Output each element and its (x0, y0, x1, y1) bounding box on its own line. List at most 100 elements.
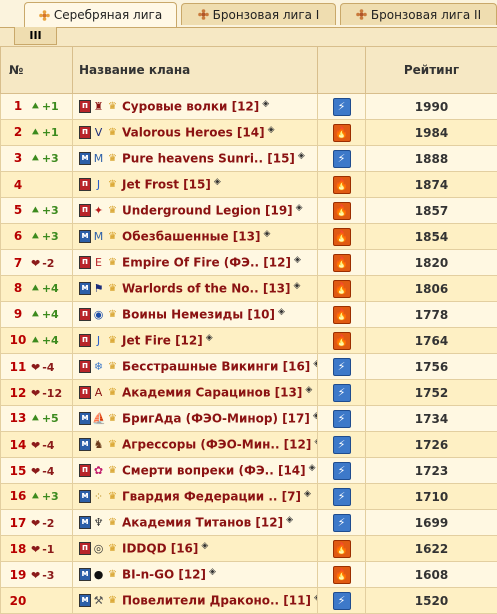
clan-name-link[interactable]: Jet Frost [15] (122, 178, 211, 192)
crown-icon: ♛ (106, 594, 119, 607)
table-row[interactable]: 9⯅+4п◉♛Воины Немезиды [10]◈🔥1778 (1, 302, 497, 328)
rating-value: 1752 (366, 380, 497, 406)
clan-name-link[interactable]: Бесстрашные Викинги [16] (122, 360, 310, 374)
info-icon[interactable]: ◈ (305, 385, 312, 395)
tab-silver-league[interactable]: Серебряная лига (24, 2, 177, 27)
clan-name-link[interactable]: Empire Of Fire (ФЭ.. [12] (122, 256, 291, 270)
rank-change: -4 (42, 361, 54, 374)
clan-name-link[interactable]: Агрессоры (ФЭО-Мин.. [12] (122, 438, 311, 452)
info-icon[interactable]: ◈ (314, 593, 318, 603)
info-icon[interactable]: ◈ (298, 151, 305, 161)
rank-up-icon: ⯅ (31, 308, 40, 322)
info-icon[interactable]: ◈ (206, 333, 213, 343)
rating-value: 1778 (366, 302, 497, 328)
info-icon[interactable]: ◈ (278, 307, 285, 317)
clan-emblem-icon: E (92, 256, 105, 269)
info-icon[interactable]: ◈ (313, 359, 317, 369)
info-icon[interactable]: ◈ (309, 463, 316, 473)
rank-change: -1 (42, 543, 54, 556)
rank-change: -12 (42, 387, 62, 400)
clan-emblem-icon: ❄ (92, 360, 105, 373)
clan-name-link[interactable]: Underground Legion [19] (122, 204, 293, 218)
league-flower-icon (198, 9, 209, 20)
clan-name-link[interactable]: Jet Fire [12] (122, 334, 203, 348)
clan-name-link[interactable]: BI-n-GO [12] (122, 568, 206, 582)
fire-icon: 🔥 (333, 202, 351, 220)
table-row[interactable]: 1⯅+1п♜♛Суровые волки [12]◈⚡1990 (1, 94, 497, 120)
clan-cell: пJ♛Jet Frost [15]◈ (73, 172, 318, 198)
table-row[interactable]: 7❤-2пE♛Empire Of Fire (ФЭ.. [12]◈🔥1820 (1, 250, 497, 276)
lightning-icon: ⚡ (333, 462, 351, 480)
info-icon[interactable]: ◈ (313, 411, 318, 421)
clan-name-link[interactable]: Warlords of the No.. [13] (122, 282, 291, 296)
table-row[interactable]: 12❤-12пA♛Академия Сарацинов [13]◈⚡1752 (1, 380, 497, 406)
info-icon[interactable]: ◈ (263, 229, 270, 239)
clan-name-link[interactable]: IDDQD [16] (122, 542, 198, 556)
clan-name-link[interactable]: Valorous Heroes [14] (122, 126, 265, 140)
clan-cell: пE♛Empire Of Fire (ФЭ.. [12]◈ (73, 250, 318, 276)
clan-name-link[interactable]: Смерти вопреки (ФЭ.. [14] (122, 464, 306, 478)
info-icon[interactable]: ◈ (209, 567, 216, 577)
info-icon[interactable]: ◈ (294, 255, 301, 265)
table-row[interactable]: 15❤-4п✿♛Смерти вопреки (ФЭ.. [14]◈⚡1723 (1, 458, 497, 484)
table-row[interactable]: 19❤-3м●♛BI-n-GO [12]◈🔥1608 (1, 562, 497, 588)
tab-label: Бронзовая лига II (371, 8, 481, 22)
clan-name-link[interactable]: БригАда (ФЭО-Минор) [17] (122, 412, 310, 426)
clan-badge: п (79, 308, 91, 321)
table-row[interactable]: 10⯅+4пJ♛Jet Fire [12]◈🔥1764 (1, 328, 497, 354)
rating-value: 1723 (366, 458, 497, 484)
clan-name-link[interactable]: Академия Титанов [12] (122, 516, 283, 530)
rating-value: 1699 (366, 510, 497, 536)
header-rating: Рейтинг (366, 47, 497, 94)
table-row[interactable]: 8⯅+4м⚑♛Warlords of the No.. [13]◈🔥1806 (1, 276, 497, 302)
info-icon[interactable]: ◈ (294, 281, 301, 291)
tab-bronze-league-3[interactable]: III (14, 27, 57, 45)
clan-badge: п (79, 464, 91, 477)
clan-name-link[interactable]: Повелители Драконо.. [11] (122, 594, 311, 608)
table-row[interactable]: 6⯅+3мM♛Обезбашенные [13]◈🔥1854 (1, 224, 497, 250)
info-icon[interactable]: ◈ (262, 99, 269, 109)
table-row[interactable]: 5⯅+3п✦♛Underground Legion [19]◈🔥1857 (1, 198, 497, 224)
table-row[interactable]: 2⯅+1пV♛Valorous Heroes [14]◈🔥1984 (1, 120, 497, 146)
info-icon[interactable]: ◈ (214, 177, 221, 187)
clan-name-link[interactable]: Суровые волки [12] (122, 100, 259, 114)
clan-name-link[interactable]: Гвардия Федерации .. [7] (122, 490, 301, 504)
rank-number: 8 (7, 281, 29, 295)
clan-cell: м⚒♛Повелители Драконо.. [11]◈ (73, 588, 318, 614)
tab-bronze-league-2[interactable]: Бронзовая лига II (340, 3, 497, 25)
table-row[interactable]: 20м⚒♛Повелители Драконо.. [11]◈⚡1520 (1, 588, 497, 614)
table-row[interactable]: 13⯅+5м⛵♛БригАда (ФЭО-Минор) [17]◈⚡1734 (1, 406, 497, 432)
rank-change: +1 (42, 100, 59, 113)
clan-badge: п (79, 100, 91, 113)
table-row[interactable]: 18❤-1п◎♛IDDQD [16]◈🔥1622 (1, 536, 497, 562)
rating-value: 1854 (366, 224, 497, 250)
info-icon[interactable]: ◈ (286, 515, 293, 525)
table-row[interactable]: 17❤-2м♆♛Академия Титанов [12]◈⚡1699 (1, 510, 497, 536)
crown-icon: ♛ (106, 412, 119, 425)
info-icon[interactable]: ◈ (304, 489, 311, 499)
table-row[interactable]: 3⯅+3мM♛Pure heavens Sunri.. [15]◈⚡1888 (1, 146, 497, 172)
tab-label: Серебряная лига (54, 8, 162, 22)
clan-name-link[interactable]: Обезбашенные [13] (122, 230, 260, 244)
league-tabs: Серебряная лига Бронзовая лига I Бронзов… (0, 0, 497, 27)
clan-cell: пV♛Valorous Heroes [14]◈ (73, 120, 318, 146)
table-row[interactable]: 14❤-4м♞♛Агрессоры (ФЭО-Мин.. [12]◈⚡1726 (1, 432, 497, 458)
rank-number: 19 (7, 568, 29, 582)
info-icon[interactable]: ◈ (201, 541, 208, 551)
tab-bronze-league-1[interactable]: Бронзовая лига I (181, 3, 336, 25)
table-row[interactable]: 11❤-4п❄♛Бесстрашные Викинги [16]◈⚡1756 (1, 354, 497, 380)
rating-value: 1520 (366, 588, 497, 614)
fire-icon: 🔥 (333, 332, 351, 350)
clan-cell: м●♛BI-n-GO [12]◈ (73, 562, 318, 588)
clan-name-link[interactable]: Академия Сарацинов [13] (122, 386, 302, 400)
table-row[interactable]: 16⯅+3м⁘♛Гвардия Федерации .. [7]◈⚡1710 (1, 484, 497, 510)
rating-value: 1888 (366, 146, 497, 172)
rank-number: 5 (7, 203, 29, 217)
rank-cell: 14❤-4 (1, 432, 73, 458)
table-row[interactable]: 4пJ♛Jet Frost [15]◈🔥1874 (1, 172, 497, 198)
clan-emblem-icon: ⚑ (92, 282, 105, 295)
clan-name-link[interactable]: Воины Немезиды [10] (122, 308, 275, 322)
info-icon[interactable]: ◈ (296, 203, 303, 213)
clan-name-link[interactable]: Pure heavens Sunri.. [15] (122, 152, 295, 166)
info-icon[interactable]: ◈ (268, 125, 275, 135)
